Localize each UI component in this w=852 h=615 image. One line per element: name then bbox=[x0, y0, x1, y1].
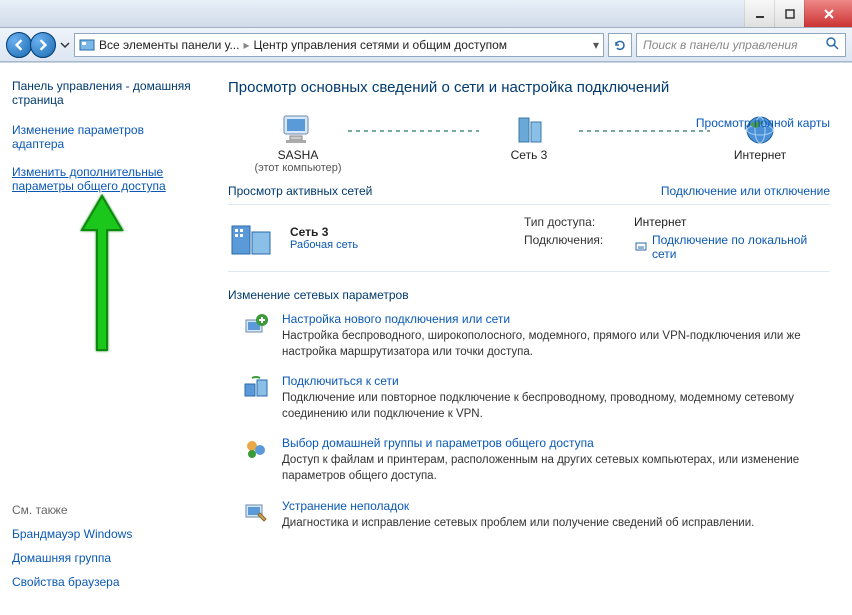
active-network-type-link[interactable]: Рабочая сеть bbox=[290, 239, 358, 251]
breadcrumb-separator: ▸ bbox=[239, 38, 253, 52]
see-also-header: См. также bbox=[12, 503, 198, 517]
minimize-button[interactable] bbox=[744, 0, 774, 27]
option-link[interactable]: Устранение неполадок bbox=[282, 499, 754, 513]
page-title: Просмотр основных сведений о сети и наст… bbox=[228, 79, 830, 96]
option-link[interactable]: Выбор домашней группы и параметров общег… bbox=[282, 436, 830, 450]
see-also-firewall[interactable]: Брандмауэр Windows bbox=[12, 527, 198, 541]
active-network-name: Сеть 3 bbox=[290, 225, 358, 239]
window-titlebar bbox=[0, 0, 852, 28]
search-placeholder: Поиск в панели управления bbox=[643, 38, 798, 52]
connections-label: Подключения: bbox=[524, 233, 634, 261]
refresh-button[interactable] bbox=[608, 33, 632, 57]
connection-link[interactable]: Подключение по локальной сети bbox=[634, 233, 830, 261]
network-map: SASHA (этот компьютер) Сеть 3 Интернет П… bbox=[228, 112, 830, 174]
chevron-down-icon[interactable] bbox=[60, 40, 70, 50]
map-node-label: SASHA bbox=[278, 148, 319, 162]
forward-button[interactable] bbox=[30, 32, 56, 58]
sidebar-link-adapter-settings[interactable]: Изменение параметров адаптера bbox=[12, 123, 198, 151]
back-button[interactable] bbox=[6, 32, 32, 58]
see-also-homegroup[interactable]: Домашняя группа bbox=[12, 551, 198, 565]
active-networks-header: Просмотр активных сетей bbox=[228, 184, 372, 198]
map-node-label: Сеть 3 bbox=[511, 148, 548, 162]
connect-disconnect-link[interactable]: Подключение или отключение bbox=[661, 184, 830, 198]
map-node-label: Интернет bbox=[734, 148, 786, 162]
option-description: Подключение или повторное подключение к … bbox=[282, 390, 830, 422]
active-network-panel: Сеть 3 Рабочая сеть Тип доступа: Интерне… bbox=[228, 204, 830, 272]
change-settings-header: Изменение сетевых параметров bbox=[228, 288, 830, 302]
access-type-value: Интернет bbox=[634, 215, 830, 229]
search-input[interactable]: Поиск в панели управления bbox=[636, 33, 846, 57]
sidebar: Панель управления - домашняя страница Из… bbox=[0, 63, 210, 615]
option-setup-connection: Настройка нового подключения или сети На… bbox=[228, 312, 830, 360]
breadcrumb-item[interactable]: Центр управления сетями и общим доступом bbox=[254, 38, 508, 52]
option-description: Доступ к файлам и принтерам, расположенн… bbox=[282, 452, 830, 484]
troubleshoot-icon bbox=[242, 499, 270, 527]
option-link[interactable]: Подключиться к сети bbox=[282, 374, 830, 388]
close-button[interactable] bbox=[804, 0, 852, 27]
access-type-label: Тип доступа: bbox=[524, 215, 634, 229]
control-panel-icon bbox=[79, 37, 95, 53]
setup-connection-icon bbox=[242, 312, 270, 340]
option-connect-network: Подключиться к сети Подключение или повт… bbox=[228, 374, 830, 422]
maximize-button[interactable] bbox=[774, 0, 804, 27]
breadcrumb[interactable]: Все элементы панели у... ▸ Центр управле… bbox=[74, 33, 604, 57]
homegroup-icon bbox=[242, 436, 270, 464]
control-panel-home-link[interactable]: Панель управления - домашняя страница bbox=[12, 79, 198, 107]
navigation-bar: Все элементы панели у... ▸ Центр управле… bbox=[0, 28, 852, 62]
option-link[interactable]: Настройка нового подключения или сети bbox=[282, 312, 830, 326]
breadcrumb-item[interactable]: Все элементы панели у... bbox=[99, 38, 239, 52]
chevron-down-icon[interactable]: ▾ bbox=[593, 38, 599, 52]
option-description: Настройка беспроводного, широкополосного… bbox=[282, 328, 830, 360]
map-node-computer: SASHA (этот компьютер) bbox=[228, 112, 368, 174]
connect-network-icon bbox=[242, 374, 270, 402]
map-node-sublabel: (этот компьютер) bbox=[254, 162, 341, 174]
ethernet-icon bbox=[634, 239, 648, 256]
network-icon bbox=[509, 112, 549, 148]
see-also-browser-properties[interactable]: Свойства браузера bbox=[12, 575, 198, 589]
map-node-network: Сеть 3 bbox=[459, 112, 599, 174]
network-category-icon bbox=[228, 218, 276, 258]
option-troubleshoot: Устранение неполадок Диагностика и испра… bbox=[228, 499, 830, 531]
option-homegroup: Выбор домашней группы и параметров общег… bbox=[228, 436, 830, 484]
main-panel: Просмотр основных сведений о сети и наст… bbox=[210, 63, 852, 615]
view-full-map-link[interactable]: Просмотр полной карты bbox=[696, 116, 830, 130]
sidebar-link-advanced-sharing[interactable]: Изменить дополнительные параметры общего… bbox=[12, 165, 198, 193]
connection-name: Подключение по локальной сети bbox=[652, 233, 830, 261]
option-description: Диагностика и исправление сетевых пробле… bbox=[282, 515, 754, 531]
computer-icon bbox=[278, 112, 318, 148]
search-icon bbox=[825, 36, 839, 53]
